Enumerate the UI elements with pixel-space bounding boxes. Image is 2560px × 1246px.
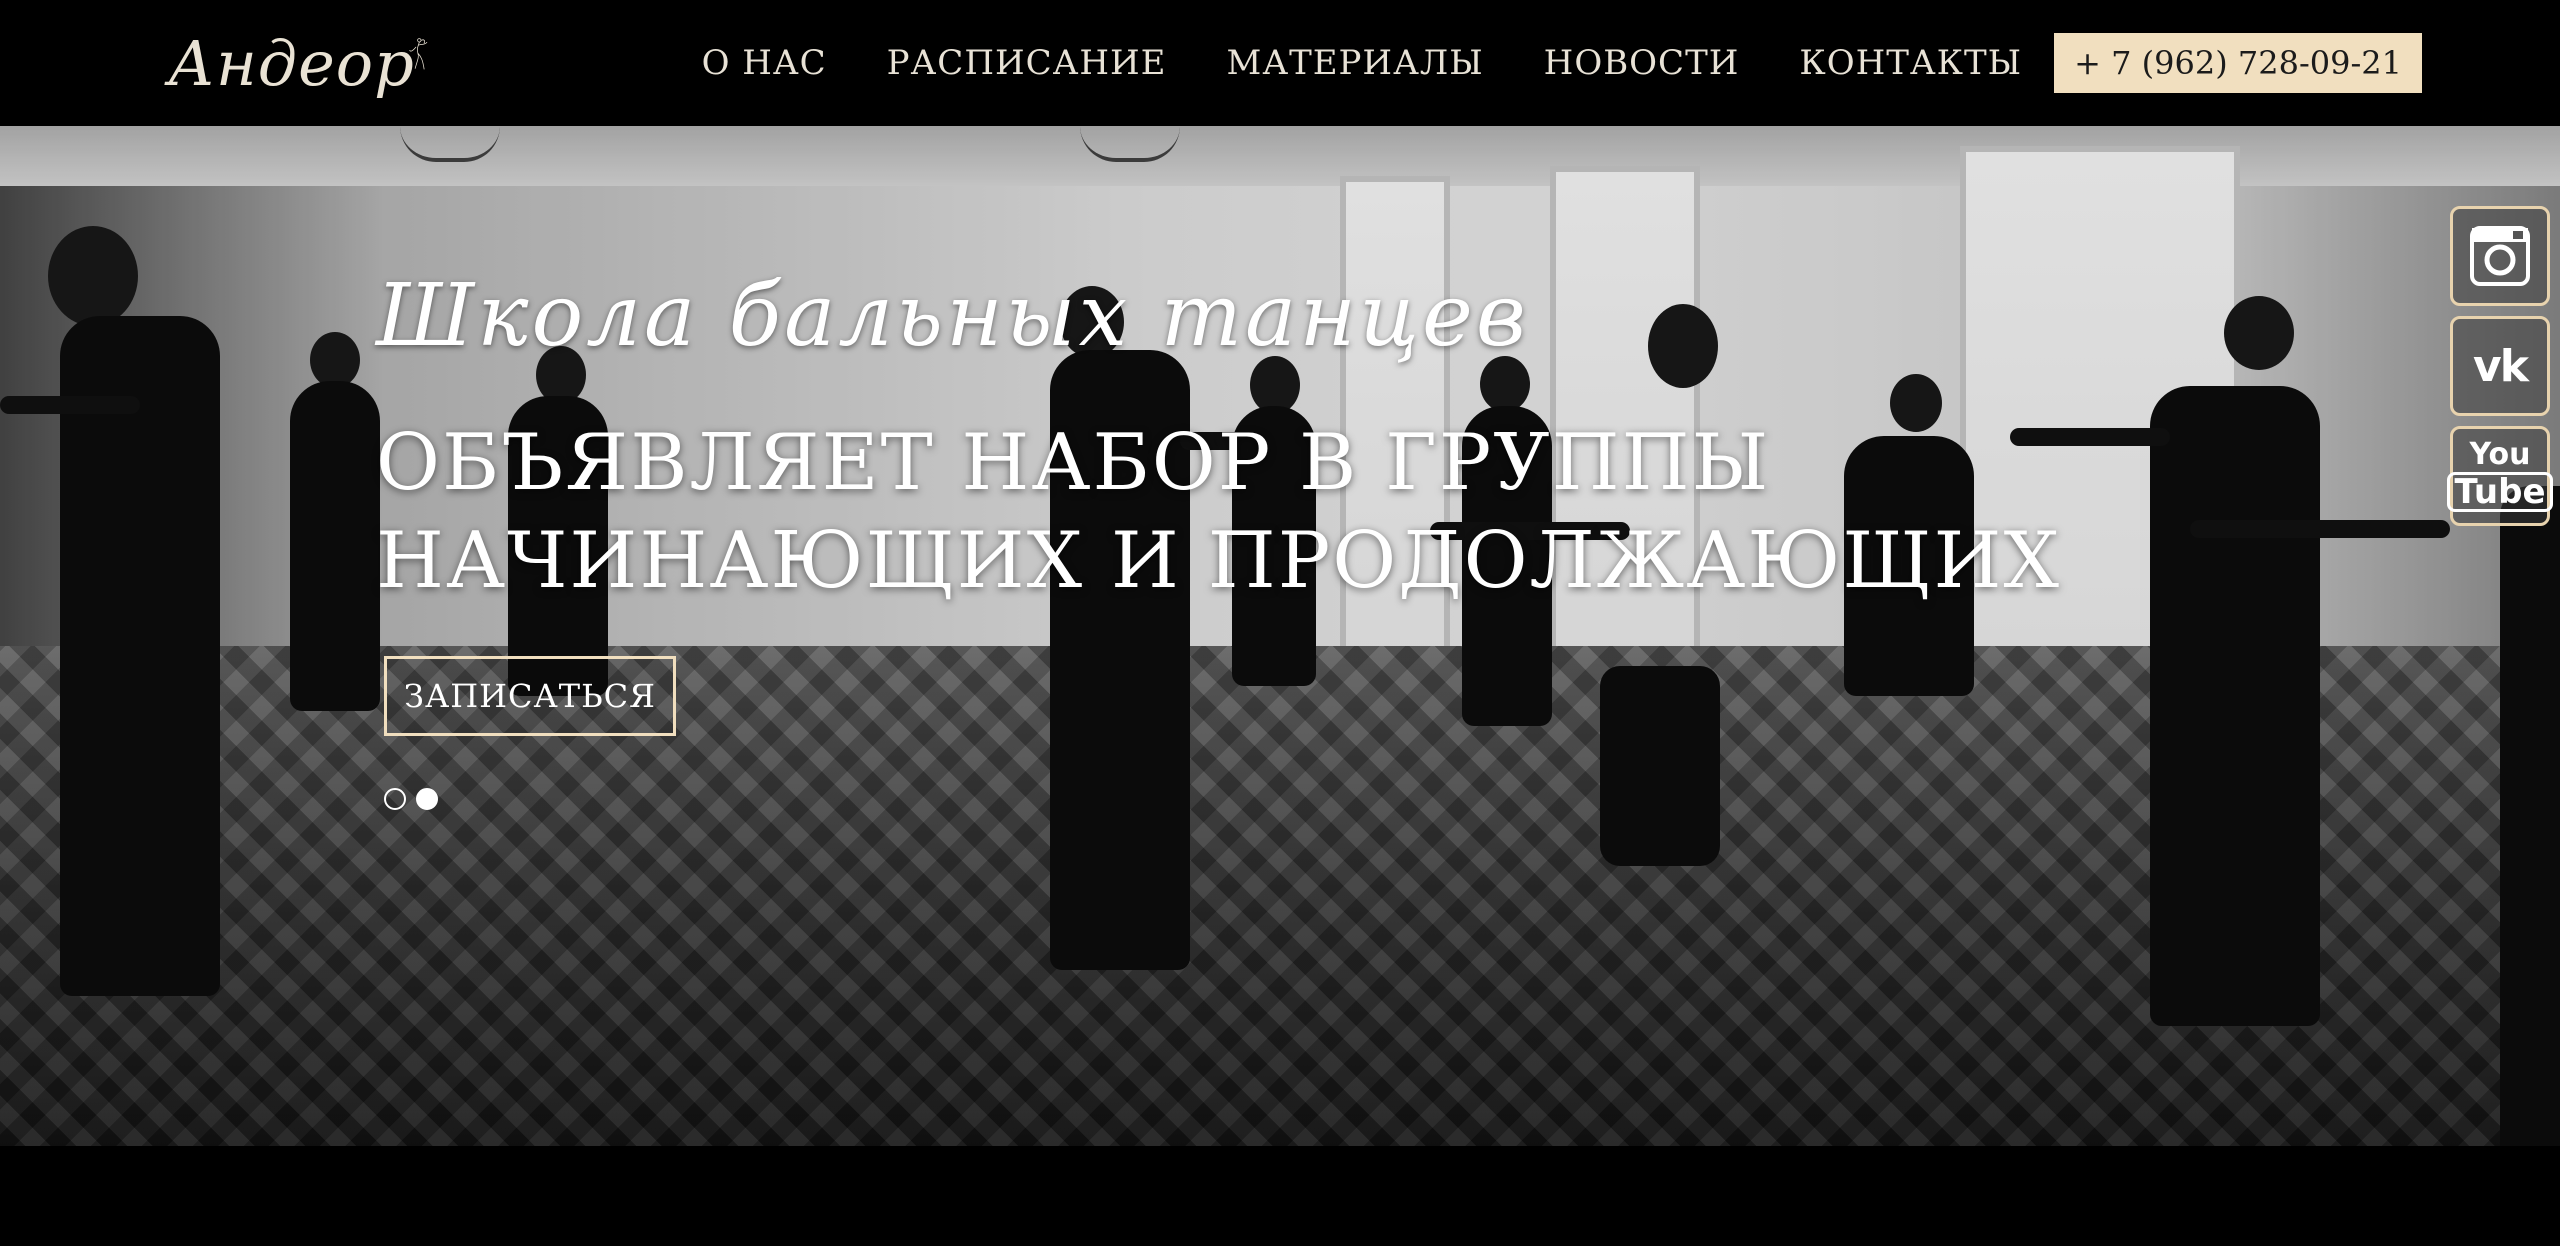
instagram-button[interactable] xyxy=(2450,206,2550,306)
logo-text: Андеор xyxy=(168,26,415,100)
slider-dot[interactable] xyxy=(384,788,406,810)
hero-slider: Школа бальных танцев ОБЪЯВЛЯЕТ НАБОР В Г… xyxy=(0,126,2560,1146)
phone-button[interactable]: + 7 (962) 728-09-21 xyxy=(2054,33,2422,93)
page-bottom-band xyxy=(0,1146,2560,1246)
nav-item-news[interactable]: НОВОСТИ xyxy=(1544,43,1740,83)
vk-button[interactable]: vk xyxy=(2450,316,2550,416)
youtube-icon-bottom: Tube xyxy=(2447,472,2553,512)
hero-title: ОБЪЯВЛЯЕТ НАБОР В ГРУППЫ НАЧИНАЮЩИХ И ПР… xyxy=(376,414,2061,610)
instagram-icon xyxy=(2470,226,2530,286)
youtube-button[interactable]: You Tube xyxy=(2447,426,2553,526)
vk-icon: vk xyxy=(2473,340,2529,392)
site-header: Андеор О НАС РАСПИСАНИЕ МАТЕРИАЛЫ НОВОСТ… xyxy=(0,0,2560,126)
youtube-icon-top: You xyxy=(2469,437,2531,472)
nav-item-contacts[interactable]: КОНТАКТЫ xyxy=(1799,43,2022,83)
nav-item-materials[interactable]: МАТЕРИАЛЫ xyxy=(1227,43,1484,83)
signup-button[interactable]: ЗАПИСАТЬСЯ xyxy=(384,656,676,736)
nav-item-about[interactable]: О НАС xyxy=(702,43,827,83)
hero-title-line: НАЧИНАЮЩИХ И ПРОДОЛЖАЮЩИХ xyxy=(376,516,2061,606)
hero-subtitle: Школа бальных танцев xyxy=(376,266,1529,366)
hero-title-line: ОБЪЯВЛЯЕТ НАБОР В ГРУППЫ xyxy=(376,418,1771,508)
youtube-icon: You Tube xyxy=(2447,437,2553,512)
main-nav: О НАС РАСПИСАНИЕ МАТЕРИАЛЫ НОВОСТИ КОНТА… xyxy=(702,30,2422,96)
slider-dots xyxy=(384,788,438,810)
social-links: vk You Tube xyxy=(2447,206,2553,526)
nav-item-schedule[interactable]: РАСПИСАНИЕ xyxy=(887,43,1167,83)
slider-dot-active[interactable] xyxy=(416,788,438,810)
dancing-couple-icon xyxy=(409,38,428,70)
logo[interactable]: Андеор xyxy=(168,8,428,118)
